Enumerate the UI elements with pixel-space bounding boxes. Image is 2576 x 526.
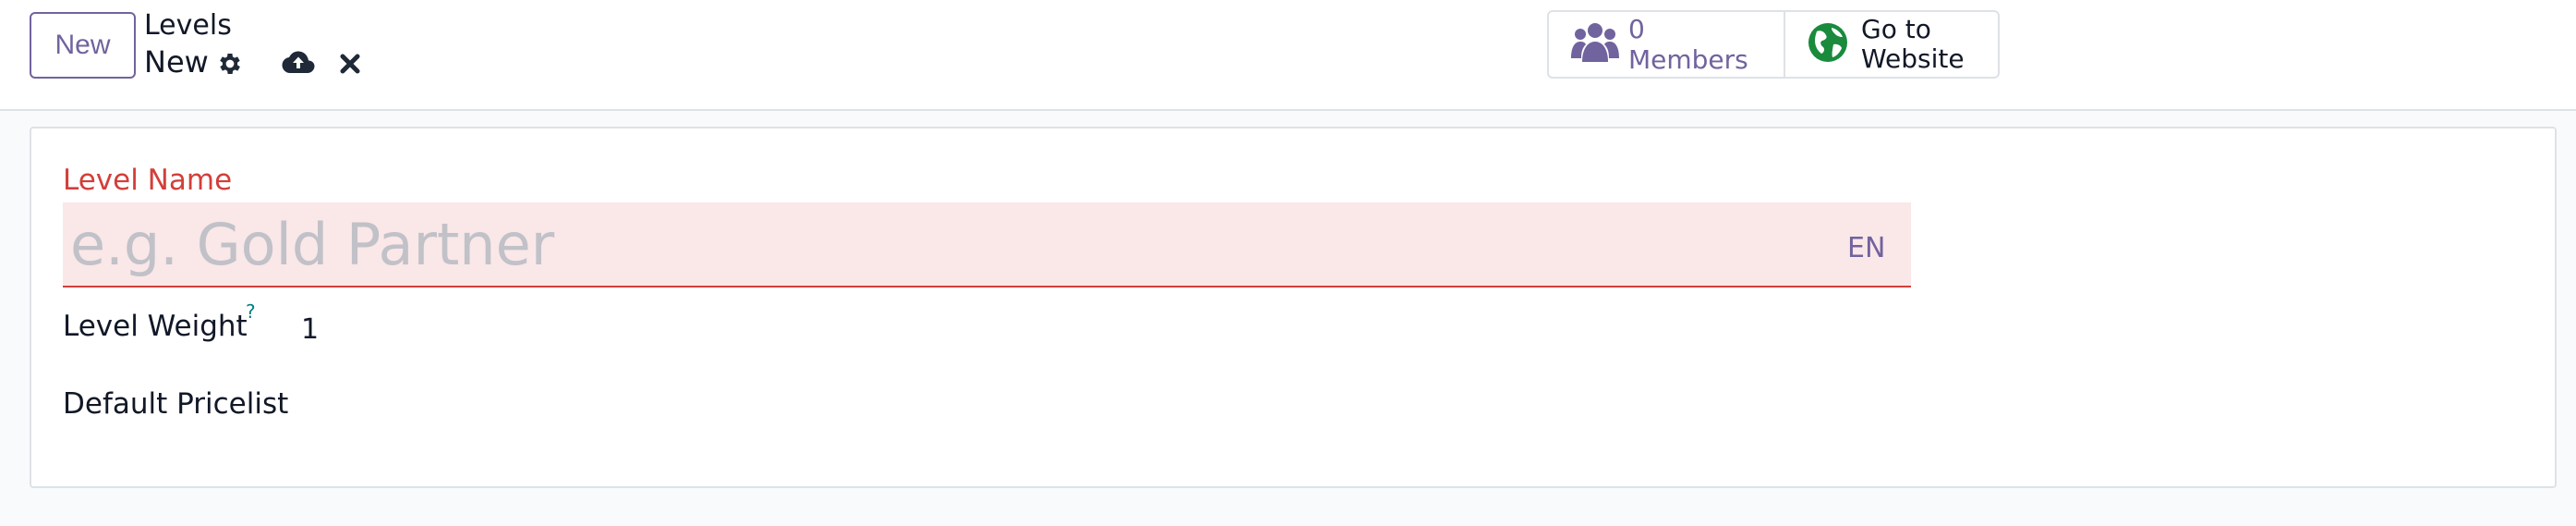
control-panel: New Levels New 0 Members Go to Website bbox=[0, 0, 2576, 111]
users-icon bbox=[1571, 21, 1619, 67]
globe-icon bbox=[1808, 22, 1848, 67]
go-to-website-button[interactable]: Go to Website bbox=[1784, 12, 1998, 77]
go-to-website-line1: Go to bbox=[1861, 14, 1931, 44]
gear-icon[interactable] bbox=[214, 48, 246, 80]
level-weight-help-tooltip[interactable]: ? bbox=[246, 300, 256, 323]
new-button[interactable]: New bbox=[30, 12, 136, 79]
members-count-label: 0 Members bbox=[1628, 14, 1748, 75]
level-name-label: Level Name bbox=[63, 164, 233, 197]
cloud-upload-icon[interactable] bbox=[281, 46, 316, 80]
breadcrumb-levels[interactable]: Levels bbox=[144, 9, 232, 42]
default-pricelist-label: Default Pricelist bbox=[63, 387, 289, 421]
breadcrumb-current: New bbox=[144, 44, 209, 80]
level-name-input[interactable] bbox=[63, 202, 1911, 287]
go-to-website-line2: Website bbox=[1861, 43, 1965, 74]
form-sheet: Level Name EN Level Weight ? 1 Default P… bbox=[30, 127, 2557, 488]
go-to-website-label: Go to Website bbox=[1861, 15, 1965, 74]
members-button[interactable]: 0 Members bbox=[1549, 12, 1784, 77]
smart-button-box: 0 Members Go to Website bbox=[1547, 10, 2000, 79]
level-weight-input[interactable]: 1 bbox=[301, 313, 319, 346]
close-icon[interactable] bbox=[336, 50, 364, 78]
translate-language-button[interactable]: EN bbox=[1847, 232, 1885, 264]
level-weight-label: Level Weight bbox=[63, 310, 248, 343]
